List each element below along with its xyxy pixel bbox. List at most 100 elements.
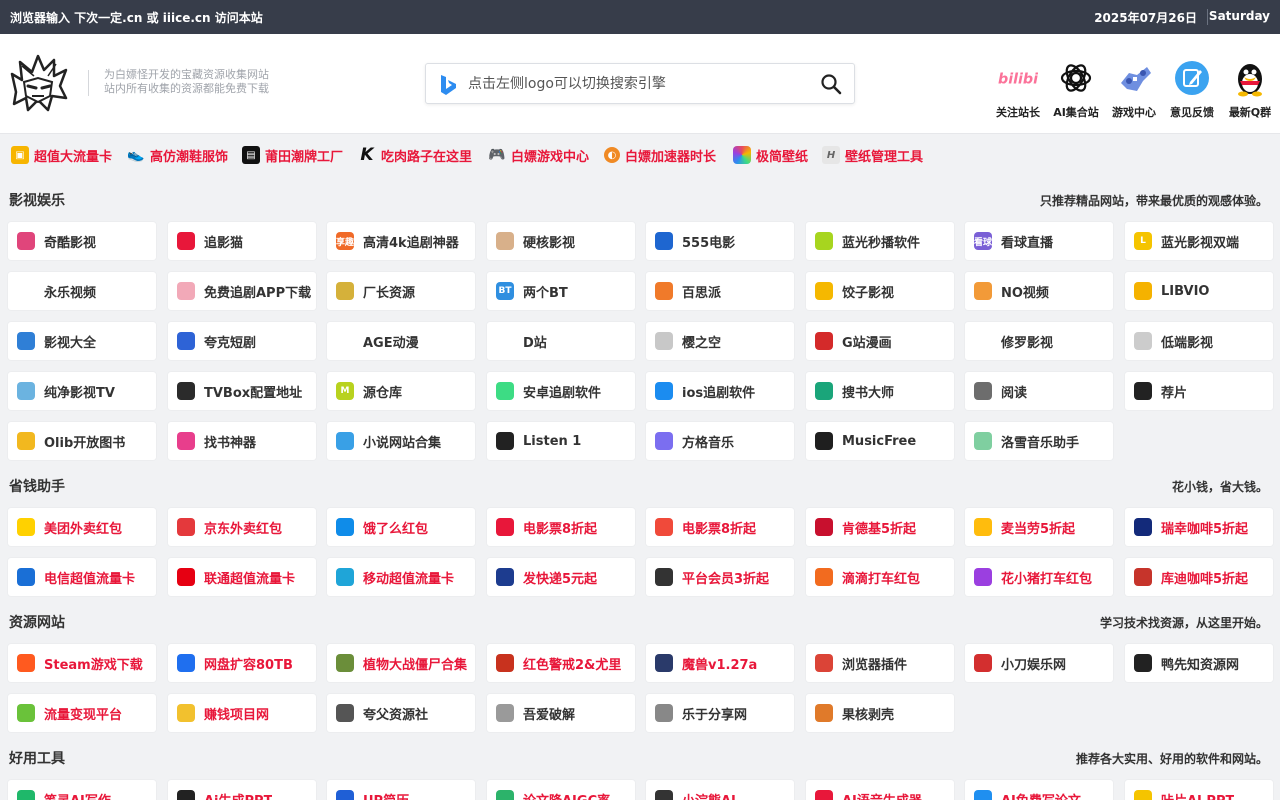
promo-link-game-center[interactable]: 🎮 白嫖游戏中心 — [488, 145, 589, 165]
promo-link-sneakers[interactable]: 👟 高仿潮鞋服饰 — [127, 145, 228, 165]
site-link-card[interactable]: 魔兽v1.27a — [646, 644, 794, 682]
search-input[interactable] — [468, 72, 808, 96]
site-link-card[interactable]: Listen 1 — [487, 422, 635, 460]
search-icon[interactable] — [820, 73, 842, 95]
quick-link-ai-hub[interactable]: AI集合站 — [1050, 58, 1102, 120]
quick-link-follow-author[interactable]: bilibili 关注站长 — [992, 58, 1044, 120]
site-link-card[interactable]: 荐片 — [1125, 372, 1273, 410]
site-link-card[interactable]: M 源仓库 — [327, 372, 475, 410]
site-link-card[interactable]: 洛雪音乐助手 — [965, 422, 1113, 460]
site-link-card[interactable]: UP简历 — [327, 780, 475, 800]
site-link-card[interactable]: 方格音乐 — [646, 422, 794, 460]
site-link-card[interactable]: 555电影 — [646, 222, 794, 260]
site-link-card[interactable]: 电信超值流量卡 — [8, 558, 156, 596]
site-link-card[interactable]: 饺子影视 — [806, 272, 954, 310]
site-link-card[interactable]: 享趣 高清4k追剧神器 — [327, 222, 475, 260]
site-link-card[interactable]: 小刀娱乐网 — [965, 644, 1113, 682]
site-link-card[interactable]: 红色警戒2&尤里 — [487, 644, 635, 682]
site-link-card[interactable]: 乐于分享网 — [646, 694, 794, 732]
site-link-card[interactable]: 麦当劳5折起 — [965, 508, 1113, 546]
site-link-card[interactable]: 免费追剧APP下载 — [168, 272, 316, 310]
site-link-card[interactable]: AI免费写论文 — [965, 780, 1113, 800]
site-link-card[interactable]: 笔灵AI写作 — [8, 780, 156, 800]
site-link-card[interactable]: 吾爱破解 — [487, 694, 635, 732]
site-link-card[interactable]: 论文降AIGC率 — [487, 780, 635, 800]
site-link-card[interactable]: AGE动漫 — [327, 322, 475, 360]
site-link-card[interactable]: ios追剧软件 — [646, 372, 794, 410]
site-link-card[interactable]: L 蓝光影视双端 — [1125, 222, 1273, 260]
site-link-card[interactable]: 樱之空 — [646, 322, 794, 360]
site-link-card[interactable]: 安卓追剧软件 — [487, 372, 635, 410]
site-link-card[interactable]: 移动超值流量卡 — [327, 558, 475, 596]
quick-link-qq-group[interactable]: 最新Q群 — [1224, 58, 1276, 120]
site-link-card[interactable]: 搜书大师 — [806, 372, 954, 410]
promo-link-putian-factory[interactable]: ▤ 莆田潮牌工厂 — [242, 145, 343, 165]
site-link-card[interactable]: 硬核影视 — [487, 222, 635, 260]
site-link-card[interactable]: 花小猪打车红包 — [965, 558, 1113, 596]
site-link-card[interactable]: 植物大战僵尸合集 — [327, 644, 475, 682]
bing-logo-icon[interactable] — [438, 74, 458, 96]
site-link-card[interactable]: 夸克短剧 — [168, 322, 316, 360]
site-link-card[interactable]: 看球 看球直播 — [965, 222, 1113, 260]
site-link-card[interactable]: TVBox配置地址 — [168, 372, 316, 410]
site-link-card[interactable]: 果核剥壳 — [806, 694, 954, 732]
site-favicon-icon — [177, 282, 195, 300]
site-link-card[interactable]: 流量变现平台 — [8, 694, 156, 732]
site-link-card[interactable]: 网盘扩容80TB — [168, 644, 316, 682]
promo-link-side-income[interactable]: K 吃肉路子在这里 — [358, 145, 472, 165]
site-link-card[interactable]: 电影票8折起 — [487, 508, 635, 546]
site-link-card[interactable]: 平台会员3折起 — [646, 558, 794, 596]
site-link-card[interactable]: Olib开放图书 — [8, 422, 156, 460]
site-link-card[interactable]: 找书神器 — [168, 422, 316, 460]
site-link-card[interactable]: 浏览器插件 — [806, 644, 954, 682]
site-link-card[interactable]: 瑞幸咖啡5折起 — [1125, 508, 1273, 546]
site-link-card[interactable]: 永乐视频 — [8, 272, 156, 310]
site-logo[interactable] — [8, 52, 70, 114]
site-link-card[interactable]: 美团外卖红包 — [8, 508, 156, 546]
site-link-card[interactable]: LIBVIO — [1125, 272, 1273, 310]
promo-link-wallpaper[interactable]: 极简壁纸 — [733, 145, 808, 165]
site-link-label: 蓝光秒播软件 — [842, 235, 921, 251]
site-link-card[interactable]: 联通超值流量卡 — [168, 558, 316, 596]
site-link-card[interactable]: 小浣熊AI — [646, 780, 794, 800]
site-link-card[interactable]: 追影猫 — [168, 222, 316, 260]
promo-link-wallpaper-tool[interactable]: H 壁纸管理工具 — [822, 145, 923, 165]
site-link-card[interactable]: Steam游戏下载 — [8, 644, 156, 682]
site-link-card[interactable]: AI语音生成器 — [806, 780, 954, 800]
site-link-card[interactable]: 小说网站合集 — [327, 422, 475, 460]
site-link-label: 纯净影视TV — [44, 385, 115, 401]
site-link-card[interactable]: 奇酷影视 — [8, 222, 156, 260]
site-link-card[interactable]: 库迪咖啡5折起 — [1125, 558, 1273, 596]
site-link-card[interactable]: 影视大全 — [8, 322, 156, 360]
site-link-card[interactable]: 京东外卖红包 — [168, 508, 316, 546]
site-link-card[interactable]: 鸭先知资源网 — [1125, 644, 1273, 682]
site-favicon-icon — [17, 518, 35, 536]
site-link-card[interactable]: 修罗影视 — [965, 322, 1113, 360]
site-link-card[interactable]: 阅读 — [965, 372, 1113, 410]
site-link-card[interactable]: 咔片AI PPT — [1125, 780, 1273, 800]
site-link-card[interactable]: 肯德基5折起 — [806, 508, 954, 546]
site-link-card[interactable]: 电影票8折起 — [646, 508, 794, 546]
site-link-card[interactable]: 发快递5元起 — [487, 558, 635, 596]
site-link-card[interactable]: D站 — [487, 322, 635, 360]
site-link-label: 电影票8折起 — [523, 521, 598, 537]
site-link-card[interactable]: MusicFree — [806, 422, 954, 460]
quick-link-feedback[interactable]: 意见反馈 — [1166, 58, 1218, 120]
site-link-card[interactable]: G站漫画 — [806, 322, 954, 360]
site-link-card[interactable]: 百思派 — [646, 272, 794, 310]
promo-link-data-card[interactable]: ▣ 超值大流量卡 — [11, 145, 112, 165]
site-link-card[interactable]: 夸父资源社 — [327, 694, 475, 732]
quick-link-game-center[interactable]: 游戏中心 — [1108, 58, 1160, 120]
site-link-card[interactable]: 蓝光秒播软件 — [806, 222, 954, 260]
site-link-card[interactable]: 纯净影视TV — [8, 372, 156, 410]
site-link-card[interactable]: 低端影视 — [1125, 322, 1273, 360]
site-link-card[interactable]: 滴滴打车红包 — [806, 558, 954, 596]
site-link-card[interactable]: 赚钱项目网 — [168, 694, 316, 732]
site-link-card[interactable]: NO视频 — [965, 272, 1113, 310]
site-link-card[interactable]: 厂长资源 — [327, 272, 475, 310]
site-link-card[interactable]: 饿了么红包 — [327, 508, 475, 546]
promo-link-accelerator[interactable]: ◐ 白嫖加速器时长 — [604, 145, 716, 165]
site-favicon-icon — [655, 568, 673, 586]
site-link-card[interactable]: BT 两个BT — [487, 272, 635, 310]
site-link-card[interactable]: Ai生成PPT — [168, 780, 316, 800]
